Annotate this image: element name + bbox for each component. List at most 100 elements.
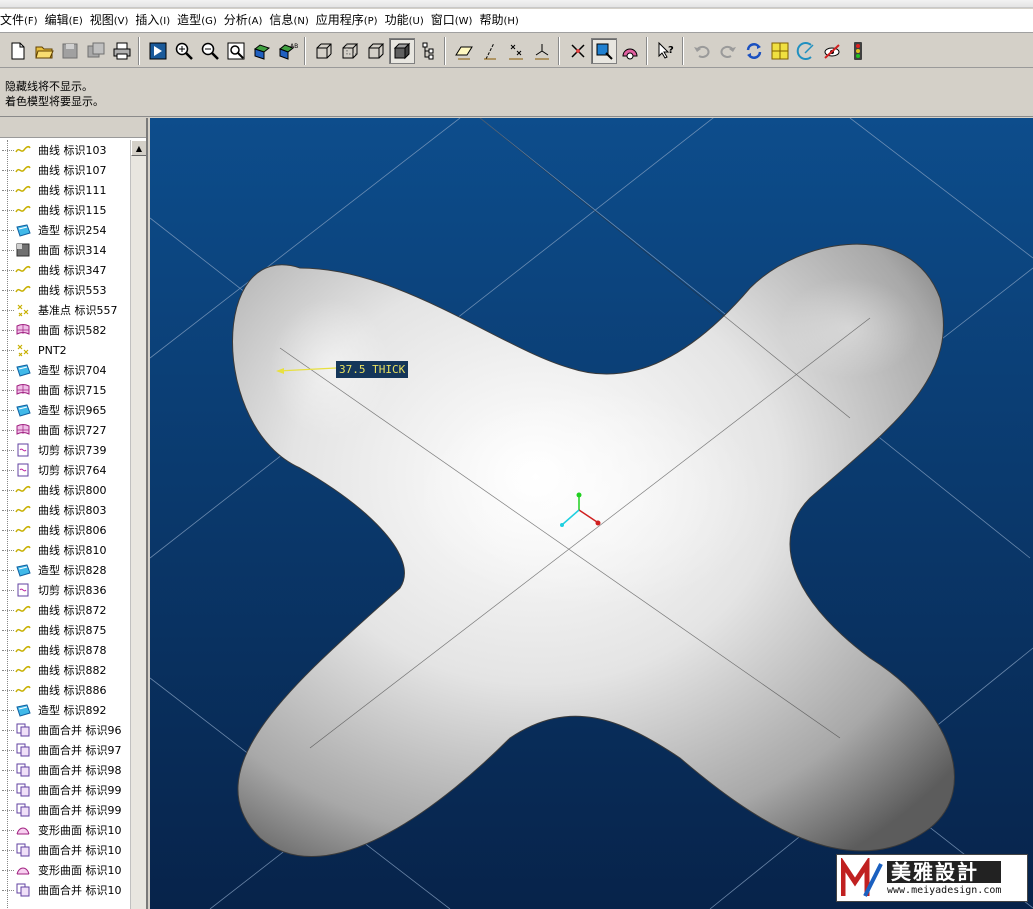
tree-item[interactable]: 曲面 标识715	[0, 380, 130, 400]
repaint-button[interactable]	[145, 38, 171, 64]
tree-item[interactable]: 曲线 标识886	[0, 680, 130, 700]
tree-item[interactable]: 切剪 标识836	[0, 580, 130, 600]
tree-item[interactable]: 曲面 标识727	[0, 420, 130, 440]
tree-item[interactable]: 造型 标识254	[0, 220, 130, 240]
tree-item[interactable]: 曲线 标识111	[0, 180, 130, 200]
tree-item[interactable]: 基准点 标识557	[0, 300, 130, 320]
zoom-out-button[interactable]	[197, 38, 223, 64]
hidden-line-button[interactable]	[337, 38, 363, 64]
tree-item[interactable]: 曲线 标识806	[0, 520, 130, 540]
datum-planes-button[interactable]	[451, 38, 477, 64]
tree-item-label: 曲线 标识886	[38, 684, 107, 697]
tree-connector	[2, 489, 14, 491]
undo-button[interactable]	[689, 38, 715, 64]
menu-item[interactable]: 信息(N)	[269, 9, 315, 33]
tree-item[interactable]: 曲线 标识107	[0, 160, 130, 180]
tree-item[interactable]: 造型 标识828	[0, 560, 130, 580]
tree-item[interactable]: 曲面合并 标识10	[0, 880, 130, 900]
tree-item[interactable]: PNT2	[0, 340, 130, 360]
tree-item[interactable]: 曲面合并 标识98	[0, 760, 130, 780]
graphics-window[interactable]: 37.5 THICK	[150, 118, 1033, 909]
thickness-annotation[interactable]: 37.5 THICK	[336, 361, 409, 378]
zoom-in-icon	[175, 42, 193, 60]
tree-item[interactable]: 曲线 标识347	[0, 260, 130, 280]
tree-item[interactable]: 曲面合并 标识96	[0, 720, 130, 740]
tree-item[interactable]: 曲面合并 标识97	[0, 740, 130, 760]
tree-item[interactable]: 曲线 标识803	[0, 500, 130, 520]
select-box-button[interactable]	[591, 37, 617, 64]
tree-item[interactable]: 造型 标识704	[0, 360, 130, 380]
refit-button[interactable]	[223, 38, 249, 64]
tree-item[interactable]: 变形曲面 标识10	[0, 860, 130, 880]
wireframe-button[interactable]	[311, 38, 337, 64]
curve-icon	[14, 202, 32, 218]
open-folder-icon	[35, 46, 54, 58]
spin-center-button[interactable]	[565, 38, 591, 64]
sketch-grid-button[interactable]	[767, 38, 793, 64]
menu-bar: 文件(F) 编辑(E) 视图(V) 插入(I) 造型(G) 分析(A) 信息(N) 应用程序(…	[0, 9, 1033, 33]
zoom-in-button[interactable]	[171, 38, 197, 64]
coordinate-systems-button[interactable]	[529, 38, 555, 64]
menu-item-mnemonic: (P)	[363, 15, 378, 27]
menu-item[interactable]: 文件(F)	[0, 9, 45, 33]
tree-item[interactable]: 曲线 标识882	[0, 660, 130, 680]
hide-button[interactable]	[819, 38, 845, 64]
tree-item[interactable]: 切剪 标识739	[0, 440, 130, 460]
sketcher-button[interactable]	[793, 38, 819, 64]
no-hidden-button[interactable]	[363, 38, 389, 64]
traffic-light-button[interactable]	[845, 38, 871, 64]
menu-item[interactable]: 视图(V)	[90, 9, 136, 33]
tree-item[interactable]: 切剪 标识764	[0, 460, 130, 480]
orient-button[interactable]	[249, 38, 275, 64]
appearance-button[interactable]	[617, 38, 643, 64]
tree-item-label: 曲面 标识314	[38, 244, 107, 257]
save-copy-button[interactable]	[83, 38, 109, 64]
tree-item[interactable]: 曲面合并 标识99	[0, 780, 130, 800]
tree-item[interactable]: 曲线 标识810	[0, 540, 130, 560]
menu-item[interactable]: 功能(U)	[385, 9, 431, 33]
tree-item[interactable]: 曲线 标识878	[0, 640, 130, 660]
tree-item[interactable]: 曲线 标识103	[0, 140, 130, 160]
tree-item[interactable]: 曲线 标识872	[0, 600, 130, 620]
menu-item[interactable]: 帮助(H)	[479, 9, 525, 33]
tree-item[interactable]: 曲面合并 标识10	[0, 840, 130, 860]
merge-icon	[14, 742, 32, 758]
scroll-up-button[interactable]: ▲	[131, 140, 146, 156]
watermark-brand: 美雅設計	[887, 860, 1002, 883]
tree-item[interactable]: 造型 标识892	[0, 700, 130, 720]
new-file-button[interactable]	[5, 38, 31, 64]
tree-item[interactable]: 曲线 标识800	[0, 480, 130, 500]
tree-item[interactable]: 曲面合并 标识99	[0, 800, 130, 820]
menu-item-label: 帮助	[479, 12, 504, 27]
print-button[interactable]	[109, 38, 135, 64]
tree-item[interactable]: 曲线 标识875	[0, 620, 130, 640]
curve-icon	[14, 602, 32, 618]
menu-item[interactable]: 造型(G)	[177, 9, 224, 33]
saved-views-button[interactable]: AB	[275, 38, 301, 64]
regenerate-button[interactable]	[741, 38, 767, 64]
datum-points-button[interactable]	[503, 38, 529, 64]
shading-button[interactable]	[389, 37, 415, 64]
tree-item[interactable]: 曲面 标识582	[0, 320, 130, 340]
menu-item[interactable]: 编辑(E)	[45, 9, 90, 33]
menu-item[interactable]: 插入(I)	[135, 9, 177, 33]
tree-item[interactable]: 曲线 标识115	[0, 200, 130, 220]
menu-item[interactable]: 应用程序(P)	[316, 9, 385, 33]
model-tree-toggle-button[interactable]	[415, 38, 441, 64]
surface-icon	[14, 422, 32, 438]
tree-item[interactable]: 曲线 标识553	[0, 280, 130, 300]
context-help-button[interactable]: ?	[653, 38, 679, 64]
menu-item[interactable]: 窗口(W)	[431, 9, 480, 33]
tree-item[interactable]: 变形曲面 标识10	[0, 820, 130, 840]
tree-item[interactable]: 造型 标识965	[0, 400, 130, 420]
open-file-button[interactable]	[31, 38, 57, 64]
redo-button[interactable]	[715, 38, 741, 64]
save-button[interactable]	[57, 38, 83, 64]
graphics-canvas[interactable]	[150, 118, 1033, 909]
tree-connector	[2, 529, 14, 531]
tree-item[interactable]: 曲面 标识314	[0, 240, 130, 260]
menu-item[interactable]: 分析(A)	[224, 9, 270, 33]
model-tree-scrollbar[interactable]: ▲	[130, 140, 146, 909]
datum-axes-button[interactable]	[477, 38, 503, 64]
regenerate-icon	[746, 42, 762, 59]
